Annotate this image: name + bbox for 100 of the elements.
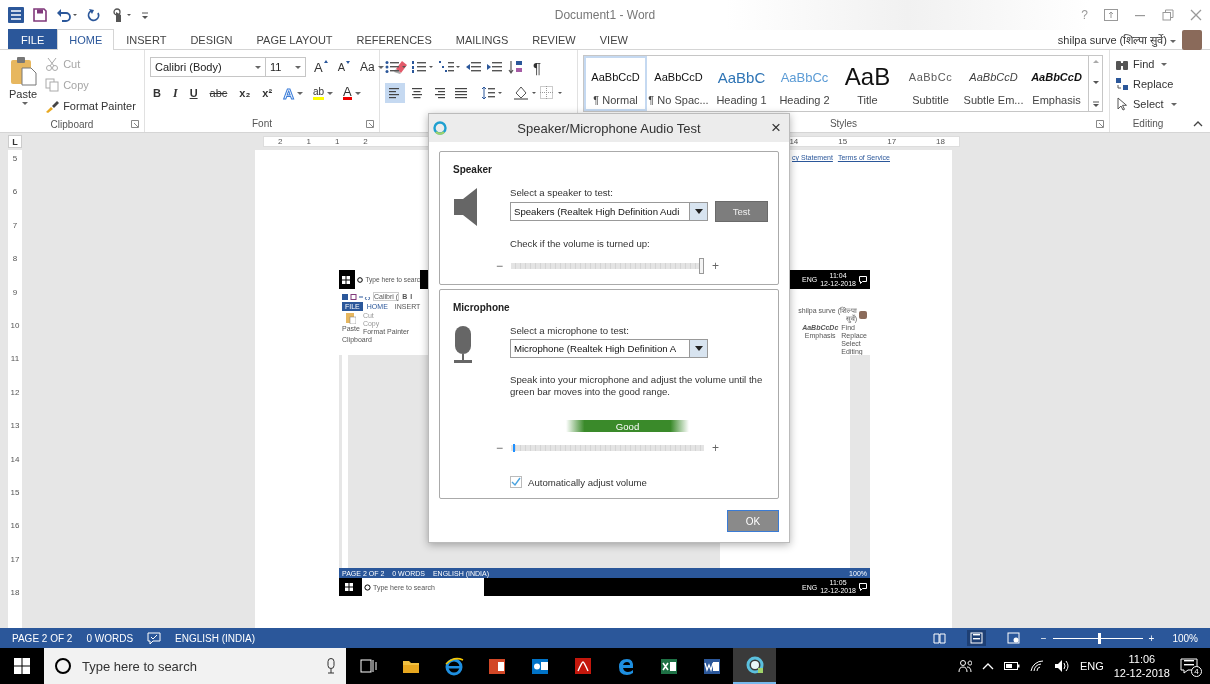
input-language[interactable]: ENG: [1079, 660, 1104, 672]
ribbon-tab[interactable]: PAGE LAYOUT: [244, 29, 345, 49]
zoom-level[interactable]: 100%: [1172, 632, 1198, 644]
ribbon-tab[interactable]: REFERENCES: [344, 29, 444, 49]
clock[interactable]: 11:06 12-12-2018: [1113, 652, 1170, 680]
slider-thumb[interactable]: [699, 258, 704, 274]
dialog-launcher-icon[interactable]: [131, 120, 139, 128]
ruler-number: 17: [10, 554, 20, 566]
align-button[interactable]: [385, 83, 405, 103]
more-styles-icon[interactable]: [1091, 101, 1100, 109]
ribbon-tab[interactable]: VIEW: [587, 29, 640, 49]
font-size-dropdown[interactable]: 11: [266, 57, 306, 77]
paste-button[interactable]: Paste: [5, 54, 42, 116]
app-logo-icon: [433, 121, 447, 135]
close-button[interactable]: ×: [771, 118, 781, 138]
style-item[interactable]: AaBbCcD ¶ No Spac...: [647, 56, 710, 111]
proofing-icon[interactable]: [147, 632, 162, 644]
line-spacing-icon[interactable]: [481, 86, 503, 100]
numbering-icon[interactable]: [412, 60, 434, 74]
style-item[interactable]: AaBbCc Subtitle: [899, 56, 962, 111]
page-count[interactable]: PAGE 2 OF 2: [12, 632, 73, 644]
increase-indent-icon[interactable]: [487, 60, 503, 74]
ruler-number: 12: [10, 387, 20, 399]
view-button[interactable]: [966, 630, 986, 646]
find-button[interactable]: Find: [1115, 54, 1181, 74]
format-button[interactable]: abc: [206, 86, 231, 100]
slider-thumb[interactable]: [512, 444, 515, 452]
dialog-launcher-icon[interactable]: [366, 119, 374, 128]
clipboard-icon: [9, 56, 38, 86]
format-button[interactable]: B: [150, 86, 164, 100]
ruler-number: 2: [278, 137, 283, 146]
notification-icon: [859, 583, 867, 591]
user-account-menu[interactable]: shilpa surve (शिल्पा सुर्वे): [1057, 32, 1176, 47]
highlight-button[interactable]: ab: [310, 85, 336, 101]
zoom-out-button[interactable]: −: [1040, 632, 1047, 644]
microphone-dropdown[interactable]: Microphone (Realtek High Definition A: [510, 339, 708, 358]
battery-icon[interactable]: [1003, 661, 1020, 671]
ruler-number: 11: [10, 354, 20, 366]
font-name-dropdown[interactable]: Calibri (Body): [150, 57, 266, 77]
people-icon[interactable]: [957, 659, 972, 673]
restore-icon[interactable]: [1162, 9, 1174, 21]
font-color-button[interactable]: A: [341, 85, 363, 101]
clipboard-button[interactable]: Format Painter: [45, 96, 136, 116]
taskbar-search-field[interactable]: Type here to search: [44, 648, 346, 684]
avatar[interactable]: [1182, 29, 1202, 50]
select-button[interactable]: Select: [1115, 94, 1181, 114]
touch-mode-icon[interactable]: [110, 7, 132, 23]
redo-icon[interactable]: [87, 8, 101, 22]
style-item[interactable]: AaBbCcD Subtle Em...: [962, 56, 1025, 111]
word-count[interactable]: 0 WORDS: [86, 632, 134, 644]
scroll-down-icon[interactable]: [1091, 79, 1100, 86]
format-button[interactable]: x₂: [236, 86, 254, 100]
shrink-font-button[interactable]: A: [335, 60, 352, 74]
style-item[interactable]: AaBbCcD Emphasis: [1025, 56, 1088, 111]
ribbon-display-icon[interactable]: [1104, 9, 1118, 21]
group-label: Font: [252, 118, 272, 129]
customize-caret-icon[interactable]: [141, 10, 149, 20]
replace-button[interactable]: Replace: [1115, 74, 1181, 94]
ruler-number: 9: [12, 287, 18, 299]
language-status[interactable]: ENGLISH (INDIA): [175, 632, 256, 644]
show-formatting-button[interactable]: ¶: [529, 58, 546, 76]
ribbon-tab[interactable]: REVIEW: [520, 29, 588, 49]
read-view-icon: [932, 632, 946, 644]
sort-icon[interactable]: [508, 59, 524, 75]
format-button[interactable]: U: [186, 86, 201, 100]
ribbon-tab[interactable]: MAILINGS: [443, 29, 521, 49]
tab-selector[interactable]: L: [8, 135, 22, 148]
windows-start-icon[interactable]: [14, 658, 30, 674]
style-item[interactable]: AaB Title: [836, 56, 899, 111]
collapse-ribbon-icon[interactable]: [1193, 120, 1203, 127]
format-button[interactable]: I: [169, 84, 181, 102]
chevron-up-icon[interactable]: [981, 662, 994, 670]
multilevel-list-icon[interactable]: [439, 60, 461, 74]
zoom-thumb[interactable]: [1097, 632, 1101, 644]
save-icon[interactable]: [33, 8, 47, 22]
test-button[interactable]: Test: [715, 201, 768, 222]
auto-adjust-checkbox[interactable]: [510, 476, 522, 488]
zoom-in-button[interactable]: +: [1148, 632, 1155, 644]
decrease-indent-icon[interactable]: [466, 60, 482, 74]
grow-font-button[interactable]: A: [312, 58, 330, 76]
speaker-icon[interactable]: [1053, 659, 1070, 673]
ribbon-tab[interactable]: FILE: [8, 29, 58, 49]
bullets-icon[interactable]: [385, 60, 407, 74]
style-item[interactable]: AaBbC Heading 1: [710, 56, 773, 111]
taskbar-app[interactable]: [733, 648, 776, 684]
format-button[interactable]: x²: [259, 86, 276, 100]
undo-icon[interactable]: [56, 8, 78, 22]
ribbon-tab[interactable]: HOME: [57, 29, 115, 50]
close-icon[interactable]: [1190, 9, 1202, 21]
speaker-dropdown[interactable]: Speakers (Realtek High Definition Audi: [510, 202, 708, 221]
dialog-launcher-icon[interactable]: [1096, 119, 1104, 128]
word-logo-icon[interactable]: [8, 7, 24, 23]
ribbon-tab[interactable]: DESIGN: [178, 29, 245, 49]
task-view-icon[interactable]: [358, 658, 377, 674]
shading-icon[interactable]: [513, 85, 537, 101]
ribbon-tab[interactable]: INSERT: [114, 29, 179, 49]
wifi-icon[interactable]: [1029, 660, 1044, 672]
change-case-button[interactable]: Aa: [358, 59, 386, 75]
style-item[interactable]: AaBbCcD ¶ Normal: [584, 56, 647, 111]
style-item[interactable]: AaBbCc Heading 2: [773, 56, 836, 111]
